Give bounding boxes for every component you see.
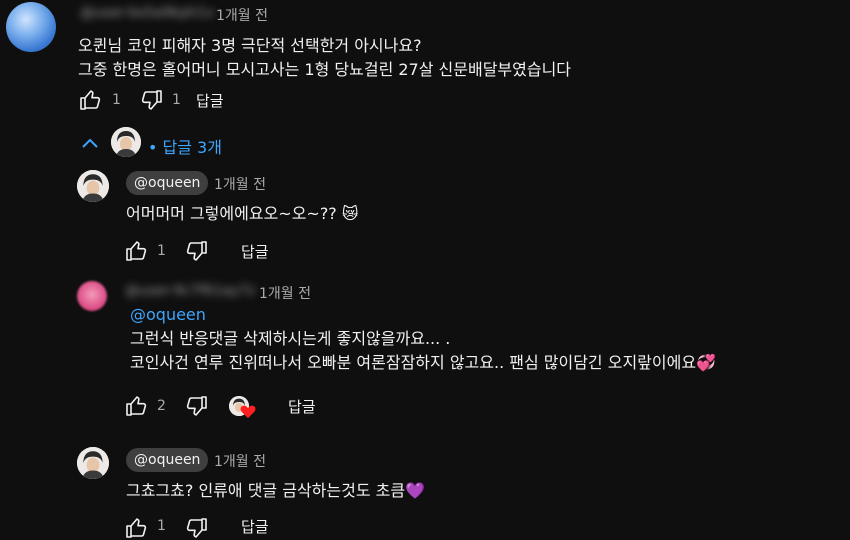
comment-author[interactable]: @user-9c7f61ay7z (125, 283, 255, 299)
replies-toggle-label[interactable]: 답글 3개 (163, 138, 222, 157)
comment-text-line: 오퀸님 코인 피해자 3명 극단적 선택한거 아시나요? (78, 36, 422, 55)
comment-time[interactable]: 1개월 전 (216, 5, 268, 25)
heart-icon (240, 404, 256, 419)
reply-button[interactable]: 답글 (241, 241, 269, 262)
comment-author[interactable]: @user-bs5a9kph1v (80, 5, 214, 21)
comment-time[interactable]: 1개월 전 (214, 451, 266, 471)
like-icon[interactable] (124, 516, 150, 540)
replies-toggle[interactable]: • 답글 3개 (148, 134, 222, 158)
like-count: 2 (157, 398, 166, 414)
comment-text-line: 코인사건 연루 진위떠나서 오빠분 여론잠잠하지 않고요.. 팬심 많이담긴 오… (130, 353, 716, 372)
chevron-up-icon[interactable] (80, 136, 100, 150)
replier-avatar (111, 127, 141, 157)
reply-button[interactable]: 답글 (241, 516, 269, 537)
author-name[interactable]: @user-9c7f61ay7z (125, 283, 255, 299)
dislike-icon[interactable] (138, 88, 164, 112)
avatar[interactable] (6, 2, 56, 52)
like-count: 1 (112, 92, 121, 108)
comment-text: 어머머머 그렇에에요오~오~?? 😿 (126, 204, 359, 223)
author-name[interactable]: @user-bs5a9kph1v (80, 5, 214, 21)
like-icon[interactable] (124, 239, 150, 263)
comment-time[interactable]: 1개월 전 (259, 283, 311, 303)
dislike-icon[interactable] (183, 516, 209, 540)
like-icon[interactable] (124, 394, 150, 418)
author-chip[interactable]: @oqueen (126, 171, 209, 195)
like-count: 1 (157, 243, 166, 259)
dislike-icon[interactable] (183, 394, 209, 418)
like-icon[interactable] (78, 88, 104, 112)
avatar[interactable] (77, 281, 107, 311)
comment-text-line: 그런식 반응댓글 삭제하시는게 좋지않을까요... . (130, 329, 451, 348)
avatar[interactable] (77, 170, 109, 202)
comment-time[interactable]: 1개월 전 (214, 174, 266, 194)
reply-button[interactable]: 답글 (288, 396, 316, 417)
author-chip[interactable]: @oqueen (126, 448, 209, 472)
avatar[interactable] (77, 447, 109, 479)
comment-text: 그쵸그쵸? 인류애 댓글 금삭하는것도 초큼💜 (126, 481, 425, 500)
separator-dot: • (148, 138, 158, 157)
dislike-icon[interactable] (183, 239, 209, 263)
dislike-count: 1 (172, 92, 181, 108)
comment-text-line: 그중 한명은 홀어머니 모시고사는 1형 당뇨걸린 27살 신문배달부였습니다 (78, 60, 572, 79)
mention-link[interactable]: @oqueen (130, 303, 206, 327)
reply-button[interactable]: 답글 (196, 90, 224, 111)
like-count: 1 (157, 518, 166, 534)
